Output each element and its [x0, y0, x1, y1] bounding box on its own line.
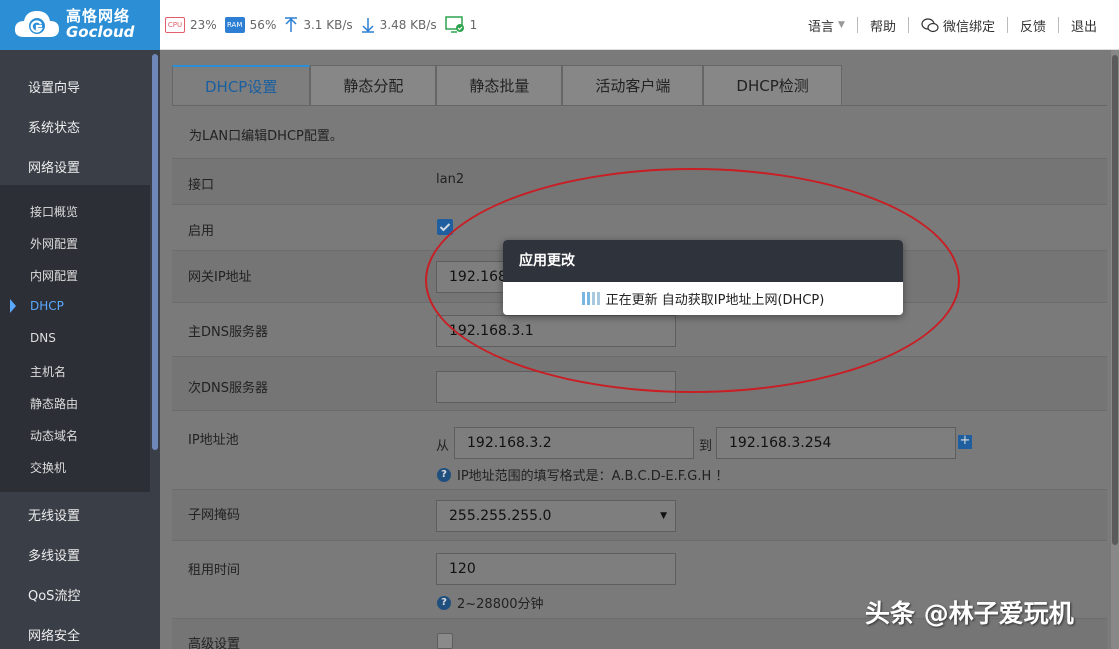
cloud-logo-icon: [14, 11, 59, 37]
brand-name-en: Gocloud: [66, 23, 135, 41]
cpu-value: 23%: [190, 18, 217, 32]
advanced-checkbox[interactable]: [437, 633, 453, 649]
status-bar: CPU 23% RAM 56% 3.1 KB/s 3.48 KB/s 1: [165, 0, 477, 50]
sidebar-item-multiwan[interactable]: 多线设置: [28, 545, 80, 564]
wechat-bind-link[interactable]: 微信绑定: [909, 16, 1007, 35]
tab-static-assign[interactable]: 静态分配: [310, 65, 437, 105]
sidebar-subitem-dns[interactable]: DNS: [30, 331, 56, 345]
ip-pool-label: IP地址池: [188, 433, 239, 448]
sidebar-item-network-settings[interactable]: 网络设置: [28, 157, 80, 176]
active-indicator-icon: [10, 299, 16, 313]
sidebar-item-security[interactable]: 网络安全: [28, 625, 80, 644]
sidebar-subitem-dhcp[interactable]: DHCP: [30, 299, 64, 313]
advanced-label: 高级设置: [188, 637, 241, 649]
download-arrow-icon: [361, 18, 374, 33]
sidebar-subitem-hostname[interactable]: 主机名: [30, 363, 66, 380]
sidebar-item-wireless[interactable]: 无线设置: [28, 505, 80, 524]
language-menu[interactable]: 语言 ▼: [796, 16, 857, 35]
sidebar-subitem-wan[interactable]: 外网配置: [30, 235, 78, 252]
pool-from-label: 从: [436, 439, 450, 454]
upload-speed: 3.1 KB/s: [303, 18, 353, 32]
tab-dhcp-settings[interactable]: DHCP设置: [172, 65, 311, 105]
brand-logo[interactable]: 高恪网络 Gocloud: [0, 0, 160, 50]
sidebar-subitem-ddns[interactable]: 动态域名: [30, 427, 78, 444]
form-description: 为LAN口编辑DHCP配置。: [189, 129, 343, 144]
sidebar-subitem-interfaces[interactable]: 接口概览: [30, 203, 78, 220]
lease-hint: ? 2~28800分钟: [437, 593, 544, 612]
pool-hint: ? IP地址范围的填写格式是：A.B.C.D-E.F.G.H ！: [437, 465, 728, 484]
gateway-label: 网关IP地址: [188, 270, 252, 285]
cpu-stat: CPU 23%: [165, 17, 217, 33]
sidebar-item-system-status[interactable]: 系统状态: [28, 117, 80, 136]
monitor-check-icon: [444, 16, 464, 33]
sidebar-scrollbar[interactable]: [152, 54, 158, 450]
logout-link[interactable]: 退出: [1059, 16, 1109, 35]
main-scrollbar-thumb[interactable]: [1112, 55, 1118, 545]
download-stat: 3.48 KB/s: [361, 17, 437, 33]
header-nav: 语言 ▼ 帮助 微信绑定 反馈 退出: [796, 0, 1109, 50]
form-row-subnet-mask: 子网掩码 255.255.255.0 ▼: [172, 489, 1107, 540]
wechat-icon: [921, 17, 939, 32]
pool-to-label: 到: [699, 439, 713, 454]
sidebar-item-qos[interactable]: QoS流控: [28, 585, 80, 604]
tab-static-batch[interactable]: 静态批量: [436, 65, 563, 105]
form-row-ip-pool: IP地址池 从 192.168.3.2 到 192.168.3.254 + ? …: [172, 410, 1107, 489]
tab-active-clients[interactable]: 活动客户端: [562, 65, 704, 105]
select-caret-icon: ▼: [660, 511, 667, 521]
lease-time-label: 租用时间: [188, 563, 241, 578]
pool-end-input[interactable]: 192.168.3.254: [716, 427, 956, 459]
dns2-label: 次DNS服务器: [188, 381, 268, 396]
tab-dhcp-detect[interactable]: DHCP检测: [703, 65, 842, 105]
ram-stat: RAM 56%: [224, 17, 277, 33]
ram-icon: RAM: [224, 17, 245, 33]
question-icon: ?: [437, 467, 451, 482]
tab-bar: DHCP设置 静态分配 静态批量 活动客户端 DHCP检测: [172, 65, 842, 105]
devices-stat[interactable]: 1: [444, 16, 478, 34]
sidebar-item-setup-wizard[interactable]: 设置向导: [28, 77, 80, 96]
subnet-mask-select[interactable]: 255.255.255.0 ▼: [436, 500, 676, 532]
add-pool-icon[interactable]: +: [958, 434, 972, 449]
pool-start-input[interactable]: 192.168.3.2: [454, 427, 694, 459]
sidebar-subitem-lan[interactable]: 内网配置: [30, 267, 78, 284]
sidebar: 设置向导 系统状态 网络设置 接口概览 外网配置 内网配置 DHCP DNS 主…: [0, 50, 160, 649]
devices-count: 1: [469, 18, 478, 32]
feedback-link[interactable]: 反馈: [1008, 16, 1058, 35]
upload-arrow-icon: [285, 17, 298, 32]
interface-label: 接口: [188, 178, 215, 193]
caret-down-icon: ▼: [838, 20, 845, 30]
download-speed: 3.48 KB/s: [379, 18, 437, 32]
question-icon: ?: [437, 595, 451, 610]
main-scrollbar[interactable]: [1111, 50, 1119, 649]
dns1-label: 主DNS服务器: [188, 325, 268, 340]
lease-time-input[interactable]: 120: [436, 553, 676, 585]
ram-value: 56%: [249, 18, 277, 32]
watermark-text: 头条 @林子爱玩机: [865, 599, 1074, 628]
annotation-ellipse: [425, 168, 960, 393]
sidebar-subitem-static-routes[interactable]: 静态路由: [30, 395, 78, 412]
upload-stat: 3.1 KB/s: [284, 17, 353, 33]
subnet-mask-label: 子网掩码: [188, 508, 241, 523]
interface-value: lan2: [436, 172, 465, 187]
sidebar-subitem-switch[interactable]: 交换机: [30, 459, 66, 476]
enable-label: 启用: [188, 224, 215, 239]
help-link[interactable]: 帮助: [858, 16, 908, 35]
cpu-icon: CPU: [165, 17, 185, 33]
top-header: 高恪网络 Gocloud CPU 23% RAM 56% 3.1 KB/s 3.…: [0, 0, 1119, 50]
sidebar-submenu: 接口概览 外网配置 内网配置 DHCP DNS 主机名 静态路由 动态域名 交换…: [0, 185, 150, 492]
